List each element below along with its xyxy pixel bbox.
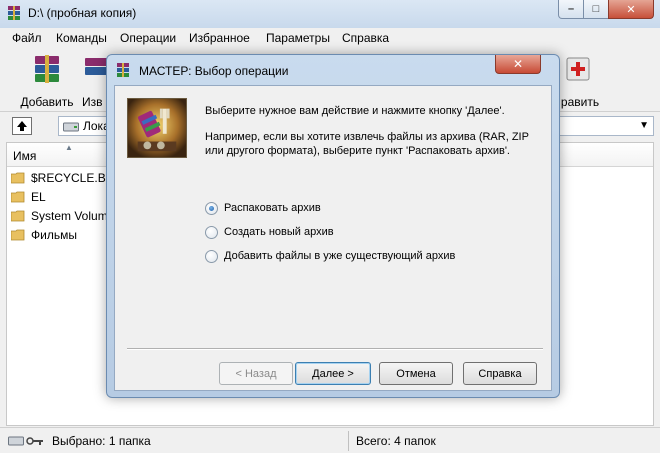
folder-icon — [11, 172, 25, 183]
next-button[interactable]: Далее > — [295, 362, 371, 385]
file-row[interactable]: EL — [11, 187, 46, 206]
menu-bar: Файл Команды Операции Избранное Параметр… — [0, 28, 660, 48]
status-selected: Выбрано: 1 папка — [52, 434, 151, 448]
file-name: $RECYCLE.BIN — [31, 170, 118, 185]
up-folder-button[interactable] — [12, 117, 32, 135]
folder-icon — [11, 210, 25, 221]
file-row[interactable]: $RECYCLE.BIN — [11, 168, 118, 187]
wizard-intro-text: Выберите нужное вам действие и нажмите к… — [205, 105, 505, 117]
menu-file[interactable]: Файл — [12, 31, 42, 45]
status-total: Всего: 4 папок — [356, 434, 436, 448]
help-button[interactable]: Справка — [463, 362, 537, 385]
menu-commands[interactable]: Команды — [56, 31, 107, 45]
delete-button[interactable]: равить — [560, 52, 600, 110]
menu-favorites[interactable]: Избранное — [189, 31, 250, 45]
disk-key-icon[interactable] — [8, 434, 44, 448]
delete-label: равить — [560, 95, 600, 109]
option-label: Добавить файлы в уже существующий архив — [224, 250, 456, 262]
folder-icon — [11, 229, 25, 240]
sort-arrow-icon: ▲ — [65, 143, 73, 152]
wizard-dialog: МАСТЕР: Выбор операции ✕ Выберите нужное… — [106, 54, 560, 398]
archive-add-icon — [35, 55, 59, 83]
option-add-to-archive[interactable]: Добавить файлы в уже существующий архив — [205, 248, 455, 264]
winrar-app-icon — [117, 63, 129, 77]
winrar-app-icon — [8, 6, 20, 20]
maximize-button[interactable]: □ — [583, 0, 609, 19]
menu-help[interactable]: Справка — [342, 31, 389, 45]
minimize-icon: – — [567, 3, 575, 15]
option-label: Создать новый архив — [224, 226, 334, 238]
radio-button[interactable] — [205, 225, 218, 239]
folder-icon — [11, 191, 25, 202]
title-bar: D:\ (пробная копия) – □ ✕ — [0, 0, 660, 28]
dialog-title: МАСТЕР: Выбор операции — [139, 64, 289, 78]
close-button[interactable]: ✕ — [608, 0, 654, 19]
cancel-button[interactable]: Отмена — [379, 362, 453, 385]
close-icon: ✕ — [512, 57, 524, 71]
add-button[interactable]: Добавить — [16, 52, 78, 110]
radio-button[interactable] — [205, 249, 218, 263]
option-label: Распаковать архив — [224, 202, 321, 214]
file-name: Фильмы — [31, 227, 77, 242]
chevron-down-icon[interactable]: ▼ — [639, 120, 649, 131]
file-row[interactable]: System Volum — [11, 206, 108, 225]
file-name: EL — [31, 189, 46, 204]
delete-icon — [566, 57, 590, 81]
dialog-close-button[interactable]: ✕ — [495, 55, 541, 74]
wizard-example-text: Например, если вы хотите извлечь файлы и… — [205, 131, 529, 157]
up-arrow-icon — [17, 121, 27, 131]
wizard-icon — [127, 98, 187, 158]
file-name: System Volum — [31, 208, 108, 223]
drive-icon — [63, 122, 79, 132]
option-create-archive[interactable]: Создать новый архив — [205, 224, 334, 240]
column-name-label: Имя — [13, 149, 37, 163]
extract-label: Изв — [82, 95, 103, 109]
minimize-button[interactable]: – — [558, 0, 584, 19]
archive-extract-icon — [85, 58, 108, 75]
status-bar: Выбрано: 1 папка Всего: 4 папок — [0, 427, 660, 453]
radio-button-checked[interactable] — [205, 201, 218, 215]
maximize-icon: □ — [592, 3, 600, 15]
menu-operations[interactable]: Операции — [120, 31, 176, 45]
dialog-body: Выберите нужное вам действие и нажмите к… — [114, 85, 552, 391]
option-extract-archive[interactable]: Распаковать архив — [205, 200, 321, 216]
window-title: D:\ (пробная копия) — [28, 6, 137, 20]
status-divider — [348, 431, 349, 451]
extract-button[interactable]: Изв — [82, 52, 108, 110]
file-row[interactable]: Фильмы — [11, 225, 77, 244]
menu-options[interactable]: Параметры — [266, 31, 330, 45]
dialog-separator — [127, 348, 543, 350]
close-icon: ✕ — [626, 3, 636, 16]
back-button[interactable]: < Назад — [219, 362, 293, 385]
add-label: Добавить — [20, 95, 74, 109]
